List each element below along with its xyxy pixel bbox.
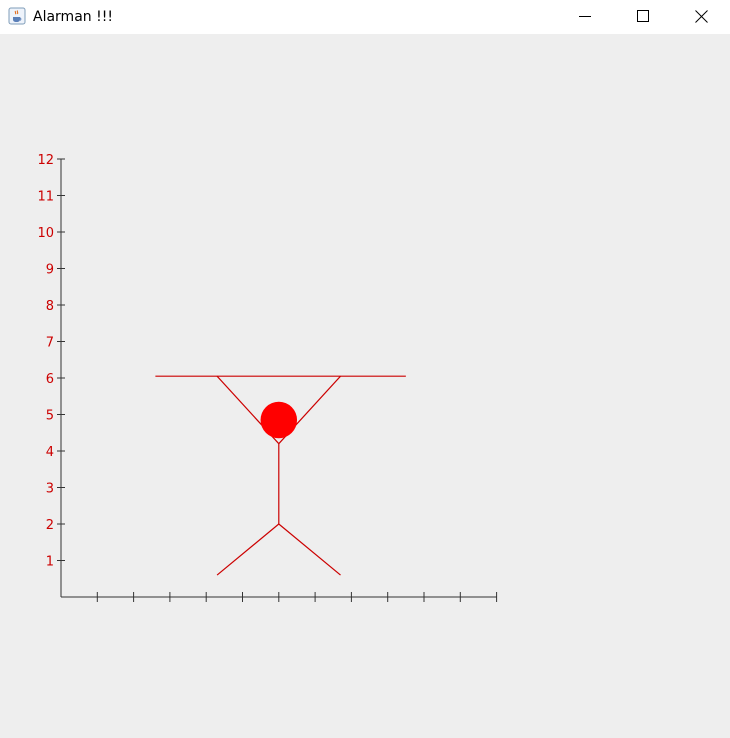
y-tick-label: 10 xyxy=(37,226,54,241)
y-tick-label: 11 xyxy=(37,190,54,205)
maximize-icon xyxy=(637,10,649,22)
figure-ball xyxy=(260,401,298,439)
title-bar[interactable]: Alarman !!! xyxy=(0,0,730,34)
y-tick-label: 8 xyxy=(46,299,54,314)
maximize-button[interactable] xyxy=(614,0,672,32)
close-icon xyxy=(694,9,708,23)
close-button[interactable] xyxy=(672,0,730,32)
y-tick-label: 2 xyxy=(46,518,54,533)
y-tick-label: 6 xyxy=(46,372,54,387)
minimize-button[interactable] xyxy=(556,0,614,32)
y-tick-label: 1 xyxy=(46,555,54,570)
y-tick-label: 12 xyxy=(37,153,54,168)
y-tick-label: 7 xyxy=(46,336,54,351)
y-tick-label: 4 xyxy=(46,445,54,460)
figure-right-leg xyxy=(278,523,341,576)
y-tick-label: 3 xyxy=(46,482,54,497)
minimize-icon xyxy=(579,10,591,22)
figure-left-leg xyxy=(216,523,280,576)
stickman-plot: 123456789101112 xyxy=(37,153,498,602)
y-tick-label: 9 xyxy=(46,263,54,278)
y-tick-label: 5 xyxy=(46,409,54,424)
java-cup-icon xyxy=(8,7,26,25)
app-window: Alarman !!! 1 2 3 4 5 6 7 8 9 10 11 12 xyxy=(0,0,730,738)
drawing-canvas: 1 2 3 4 5 6 7 8 9 10 11 12 xyxy=(0,34,730,738)
window-title: Alarman !!! xyxy=(33,9,113,25)
